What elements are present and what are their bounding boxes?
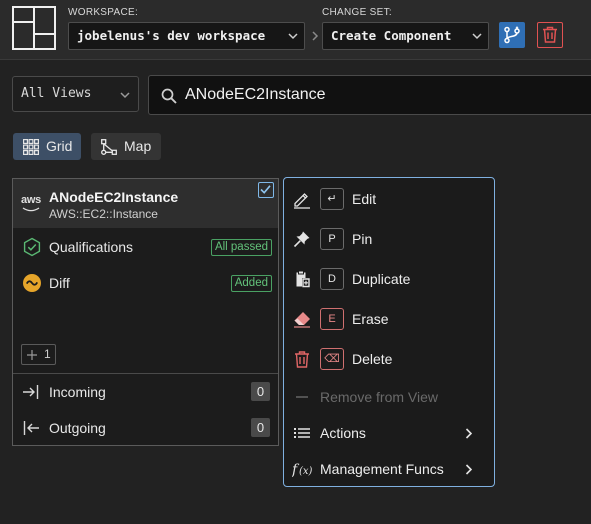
workspace-value: jobelenus's dev workspace: [77, 28, 266, 43]
qualifications-status-badge: All passed: [210, 239, 272, 256]
outgoing-row[interactable]: Outgoing 0: [13, 410, 278, 446]
incoming-arrow-icon: [23, 385, 39, 399]
map-nodes-icon: [101, 139, 117, 155]
chevron-down-icon: [472, 33, 482, 40]
component-context-menu: ↵ Edit P Pin D Duplicate E Erase ⌫ Delet…: [283, 177, 495, 487]
changeset-select[interactable]: Create Component: [322, 22, 489, 50]
workspace-label: WORKSPACE:: [68, 7, 139, 18]
chevron-right-icon: [465, 464, 472, 475]
delete-shortcut-key: ⌫: [320, 348, 344, 370]
diff-icon: [23, 274, 41, 292]
aws-provider-icon: aws: [21, 194, 41, 206]
trash-icon: [543, 26, 557, 43]
branch-button[interactable]: [499, 22, 525, 48]
trash-icon: [295, 351, 309, 368]
menu-item-label: Actions: [320, 425, 366, 441]
diff-row[interactable]: Diff Added: [13, 265, 278, 301]
changeset-value: Create Component: [331, 28, 452, 43]
clipboard-copy-icon: [296, 271, 310, 288]
search-input[interactable]: [185, 76, 585, 114]
menu-item-delete[interactable]: ⌫ Delete: [284, 341, 494, 377]
search-box: [148, 75, 591, 115]
grid-view-label: Grid: [46, 138, 73, 154]
menu-item-management-funcs[interactable]: f (x) Management Funcs: [284, 451, 494, 487]
git-branch-icon: [504, 26, 520, 44]
diff-status-badge: Added: [230, 275, 272, 292]
pin-icon: [293, 231, 310, 248]
incoming-row[interactable]: Incoming 0: [13, 374, 278, 410]
chevron-down-icon: [120, 92, 130, 99]
grid-view-button[interactable]: Grid: [13, 133, 81, 160]
edit-shortcut-key: ↵: [320, 188, 344, 210]
menu-item-remove-from-view: Remove from View: [284, 379, 494, 415]
duplicate-shortcut-key: D: [320, 268, 344, 290]
outgoing-label: Outgoing: [49, 420, 106, 436]
outgoing-count: 0: [251, 418, 270, 437]
app-logo-icon[interactable]: [12, 6, 56, 50]
component-card[interactable]: aws ANodeEC2Instance AWS::EC2::Instance …: [12, 178, 279, 446]
grid-icon: [23, 139, 39, 155]
abandon-changeset-button[interactable]: [537, 22, 563, 48]
menu-item-label: Duplicate: [352, 271, 411, 287]
check-icon: [260, 185, 271, 194]
map-view-button[interactable]: Map: [91, 133, 161, 160]
minus-icon: [296, 396, 308, 398]
qualifications-row[interactable]: Qualifications All passed: [13, 229, 278, 265]
eraser-icon: [294, 312, 310, 328]
menu-item-label: Pin: [352, 231, 373, 247]
workspace-select[interactable]: jobelenus's dev workspace: [68, 22, 305, 50]
search-icon: [161, 88, 177, 104]
qualification-passed-icon: [23, 237, 41, 257]
menu-item-label: Delete: [352, 351, 393, 367]
add-count-value: 1: [44, 347, 51, 361]
menu-item-edit[interactable]: ↵ Edit: [284, 181, 494, 217]
incoming-count: 0: [251, 382, 270, 401]
chevron-right-icon: [312, 31, 319, 41]
menu-item-label: Erase: [352, 311, 389, 327]
outgoing-arrow-icon: [23, 421, 39, 435]
component-title: ANodeEC2Instance: [49, 189, 179, 205]
aws-smile-icon: [22, 207, 40, 212]
menu-item-label: Remove from View: [320, 389, 439, 405]
views-select[interactable]: All Views: [12, 76, 139, 112]
menu-item-label: Management Funcs: [320, 461, 444, 477]
top-bar: WORKSPACE: jobelenus's dev workspace CHA…: [0, 0, 591, 60]
component-select-checkbox[interactable]: [258, 182, 274, 198]
menu-item-actions[interactable]: Actions: [284, 415, 494, 451]
component-card-header: aws ANodeEC2Instance AWS::EC2::Instance: [13, 179, 278, 228]
chevron-down-icon: [288, 33, 298, 40]
views-select-value: All Views: [21, 86, 92, 101]
list-icon: [294, 428, 310, 438]
plus-icon: [27, 350, 37, 360]
diff-label: Diff: [49, 275, 70, 291]
chevron-right-icon: [465, 428, 472, 439]
menu-item-erase[interactable]: E Erase: [284, 301, 494, 337]
menu-item-pin[interactable]: P Pin: [284, 221, 494, 257]
pencil-icon: [294, 193, 310, 209]
add-count-chip[interactable]: 1: [21, 344, 56, 365]
menu-item-duplicate[interactable]: D Duplicate: [284, 261, 494, 297]
svg-text:(x): (x): [299, 466, 313, 477]
qualifications-label: Qualifications: [49, 239, 134, 255]
function-icon: f (x): [292, 462, 313, 478]
map-view-label: Map: [124, 138, 152, 154]
pin-shortcut-key: P: [320, 228, 344, 250]
component-schema: AWS::EC2::Instance: [49, 207, 158, 221]
erase-shortcut-key: E: [320, 308, 344, 330]
changeset-label: CHANGE SET:: [322, 7, 392, 18]
menu-item-label: Edit: [352, 191, 377, 207]
incoming-label: Incoming: [49, 384, 106, 400]
